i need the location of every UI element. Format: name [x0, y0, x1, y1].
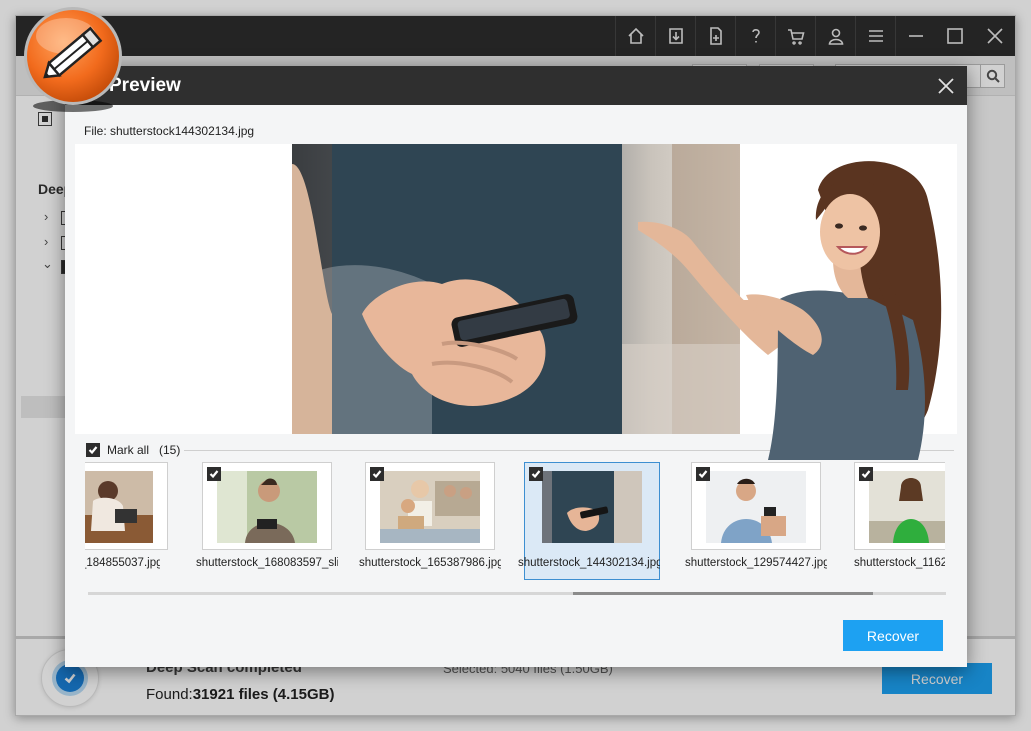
thumbnail-frame	[85, 462, 168, 550]
horizontal-scrollbar[interactable]	[88, 592, 946, 595]
thumbnail-checkbox[interactable]	[529, 467, 543, 481]
thumbnail-checkbox[interactable]	[370, 467, 384, 481]
thumbnail-frame	[202, 462, 332, 550]
scrollbar-thumb[interactable]	[573, 592, 873, 595]
thumbnail-frame	[691, 462, 821, 550]
thumbnail-item-selected[interactable]: shutterstock_144302134.jpg	[518, 462, 660, 582]
thumbnail-item[interactable]: shutterstock_165387986.jpg	[359, 462, 501, 582]
thumbnail-checkbox[interactable]	[859, 467, 873, 481]
thumbnail-label: shutterstock_144302134.jpg	[518, 557, 660, 569]
thumbnail-image	[85, 471, 153, 543]
thumbnail-checkbox[interactable]	[207, 467, 221, 481]
thumbnail-checkbox[interactable]	[696, 467, 710, 481]
thumbnail-image	[380, 471, 480, 543]
thumbnail-frame	[365, 462, 495, 550]
dialog-close-icon[interactable]	[933, 73, 959, 99]
app-logo	[18, 6, 128, 116]
thumbnail-image	[706, 471, 806, 543]
thumbnail-label: shutterstock_165387986.jpg	[359, 557, 501, 569]
thumbnail-label: shutterstock_184855037.jpg	[85, 557, 160, 569]
mark-all-checkbox[interactable]	[86, 443, 100, 457]
thumbnail-image	[542, 471, 642, 543]
thumbnail-frame	[854, 462, 945, 550]
dialog-title-bar: Preview	[65, 66, 967, 105]
thumbnail-item[interactable]: shutterstock_11622	[854, 462, 945, 582]
thumbnail-item[interactable]: shutterstock_184855037.jpg	[85, 462, 174, 582]
file-name-label: File: shutterstock144302134.jpg	[84, 124, 255, 138]
dialog-recover-button[interactable]: Recover	[843, 620, 943, 651]
thumbnail-image	[217, 471, 317, 543]
thumbnail-item[interactable]: shutterstock_168083597_slider	[196, 462, 338, 582]
thumbnail-label: shutterstock_11622	[854, 557, 945, 569]
mark-all-count: (15)	[159, 443, 181, 457]
pointing-woman-image	[628, 150, 968, 460]
thumbnail-image	[869, 471, 945, 543]
thumbnail-strip: shutterstock_184855037.jpg shutterstock_…	[85, 462, 945, 590]
mark-all-label[interactable]: Mark all	[107, 443, 149, 457]
thumbnail-label: shutterstock_168083597_slider	[196, 557, 338, 569]
thumbnail-label: shutterstock_129574427.jpg	[685, 557, 827, 569]
thumbnail-item[interactable]: shutterstock_129574427.jpg	[685, 462, 827, 582]
